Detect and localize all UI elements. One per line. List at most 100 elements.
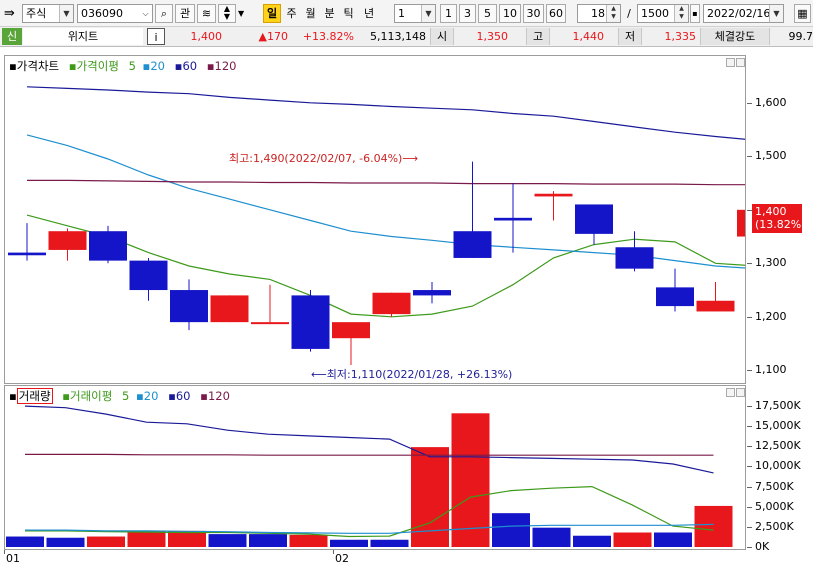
volume-bar	[573, 535, 611, 547]
current-price: 1,400	[190, 30, 223, 43]
y-tick	[747, 156, 752, 158]
high-annotation: 최고:1,490(2022/02/07, -6.04%)⟶	[229, 152, 419, 165]
volume-bar	[451, 413, 490, 547]
panel-maximize-button[interactable]	[726, 58, 735, 67]
x-tick-label: 01	[6, 552, 20, 565]
interval-5-button[interactable]: 5	[478, 4, 497, 23]
chevron-down-icon: ▼	[769, 5, 783, 22]
candle-body	[89, 231, 127, 261]
date-x-axis: 01 02	[4, 550, 746, 566]
low-annotation: ⟵최저:1,110(2022/01/28, +26.13%)	[311, 368, 513, 381]
period-minute-button[interactable]: 분	[321, 4, 338, 23]
price-chart-panel[interactable]: ▪가격차트 ▪가격이평 5 ▪20 ▪60 ▪120 최고:1,490(2022…	[4, 55, 746, 384]
chevron-down-icon: ▼	[59, 5, 73, 22]
candle-body	[534, 193, 573, 197]
y-tick-label: 1,100	[755, 363, 787, 377]
date-picker[interactable]: 2022/02/16 ▼	[703, 4, 784, 23]
related-button[interactable]: 관	[175, 4, 195, 23]
candle-body	[291, 295, 330, 349]
candle-body	[737, 209, 745, 237]
y-tick-label: 0K	[755, 540, 770, 553]
volume-bar	[330, 539, 368, 547]
price-chart-legend: ▪가격차트 ▪가격이평 5 ▪20 ▪60 ▪120	[9, 58, 242, 74]
legend-vol-ma60: ▪60	[168, 389, 191, 403]
current-price-marker: 1,400 (13.82%)	[752, 204, 806, 233]
strength-value: 99.7	[788, 30, 813, 43]
period-tick-button[interactable]: 틱	[340, 4, 357, 23]
interval-30-button[interactable]: 30	[523, 4, 544, 23]
candle-body	[48, 231, 87, 250]
chevron-down-icon[interactable]: ▼	[238, 4, 250, 23]
legend-price: ▪가격차트	[9, 59, 60, 73]
volume-bar	[249, 534, 287, 547]
y-tick	[747, 526, 752, 528]
legend-ma120: ▪120	[206, 59, 237, 73]
y-tick	[747, 263, 752, 265]
volume-bar	[613, 532, 652, 547]
legend-ma5: 5	[128, 59, 136, 73]
y-tick-label: 15,000K	[755, 419, 801, 433]
lock-button[interactable]: ▪	[690, 4, 700, 23]
open-price: 1,350	[476, 30, 509, 43]
low-label: 저	[618, 28, 642, 45]
candle-body	[210, 295, 249, 323]
interval-3-button[interactable]: 3	[459, 4, 476, 23]
y-tick-label: 1,600	[755, 95, 787, 109]
volume-bar	[87, 536, 125, 547]
interval-select[interactable]: 1 ▼	[394, 4, 436, 23]
legend-ma60: ▪60	[174, 59, 198, 73]
y-tick-label: 1,300	[755, 256, 787, 270]
stock-code-input[interactable]: 036090 ⌵	[77, 4, 153, 23]
compare-button[interactable]: ≋	[197, 4, 216, 23]
menu-arrow-icon[interactable]: ⇛	[4, 4, 22, 23]
panel-maximize-button[interactable]	[726, 388, 735, 397]
x-tick-label: 02	[335, 552, 349, 565]
credit-tag: 신	[2, 28, 22, 45]
y-tick	[747, 370, 752, 372]
stepper-button[interactable]: ▲ ▼	[218, 4, 236, 23]
y-tick	[747, 406, 752, 408]
y-tick	[747, 102, 752, 104]
count-total-input[interactable]: 1500 ▲ ▼	[637, 4, 689, 23]
panel-close-button[interactable]	[736, 388, 745, 397]
market-select[interactable]: 주식 ▼	[22, 4, 74, 23]
volume-bar	[6, 536, 44, 547]
price-change-pct: +13.82%	[302, 30, 354, 43]
volume-bar	[492, 513, 530, 547]
legend-volume: ▪ 거래량	[9, 388, 53, 404]
count-current-input[interactable]: 18 ▲ ▼	[577, 4, 621, 23]
period-day-button[interactable]: 일	[263, 4, 281, 23]
volume-bar	[46, 537, 85, 547]
volume-bar	[168, 530, 206, 547]
volume-bar	[694, 505, 733, 547]
panel-close-button[interactable]	[736, 58, 745, 67]
candle-body	[129, 260, 168, 291]
volume-chart-panel[interactable]: ▪ 거래량 ▪거래이평 5 ▪20 ▪60 ▪120	[4, 385, 746, 550]
y-tick-label: 17,500K	[755, 399, 801, 413]
info-button[interactable]: i	[147, 28, 165, 45]
period-week-button[interactable]: 주	[283, 4, 300, 23]
volume-ma5-line	[25, 485, 714, 538]
x-tick	[4, 550, 5, 554]
market-value: 주식	[26, 7, 47, 20]
interval-1-button[interactable]: 1	[440, 4, 457, 23]
chevron-up-down-icon: ▲ ▼	[674, 5, 688, 22]
volume-ma120-line	[25, 453, 714, 456]
candle-body	[453, 231, 492, 258]
current-price-marker-value: 1,400	[755, 205, 787, 218]
search-button[interactable]: ⌕	[155, 4, 173, 23]
price-chart-plot[interactable]	[5, 56, 745, 383]
stock-name: 위지트	[23, 28, 143, 45]
period-month-button[interactable]: 월	[302, 4, 319, 23]
calendar-button[interactable]: ▦	[794, 4, 811, 23]
candle-body	[494, 217, 532, 221]
date-value: 2022/02/16	[707, 7, 771, 20]
interval-60-button[interactable]: 60	[546, 4, 566, 23]
chevron-down-icon: ▼	[421, 5, 435, 22]
interval-10-button[interactable]: 10	[499, 4, 521, 23]
volume-bar	[127, 530, 166, 547]
volume-chart-plot[interactable]	[5, 386, 745, 549]
candle-body	[170, 290, 208, 323]
volume-ma60-line	[24, 405, 714, 474]
period-year-button[interactable]: 년	[359, 4, 379, 23]
